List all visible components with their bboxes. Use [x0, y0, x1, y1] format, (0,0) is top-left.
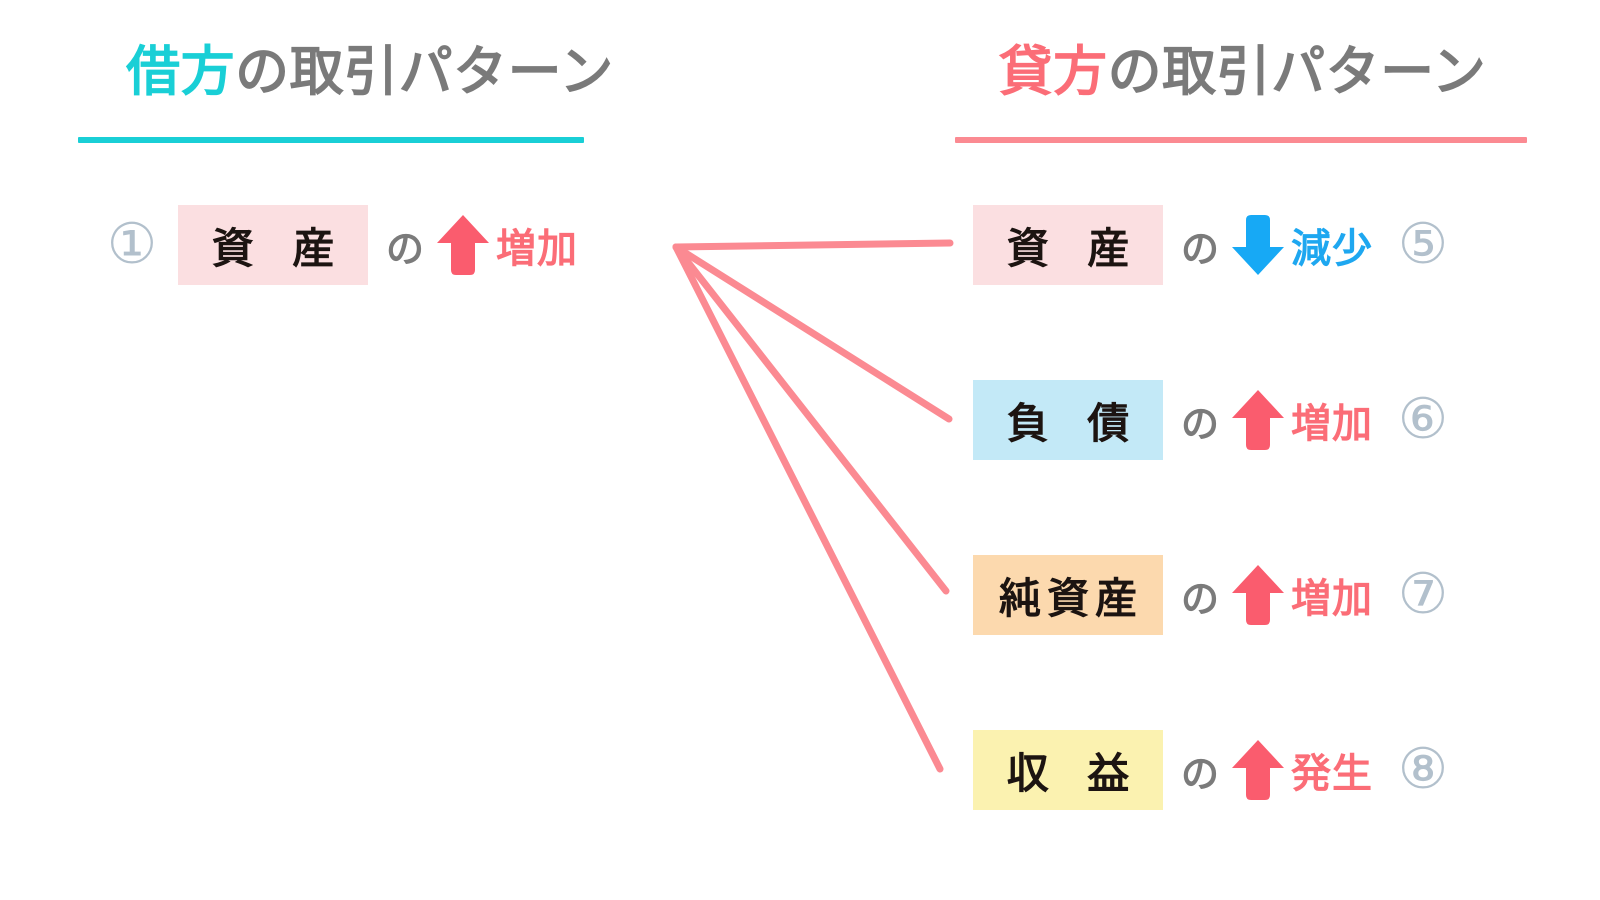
pattern-index-badge: ①: [106, 212, 158, 277]
diagram-canvas: 借方の取引パターン ① 資 産 の 増加 貸方の取引パターン 資 産 の 減少 …: [0, 0, 1600, 900]
particle-no: の: [1181, 576, 1220, 621]
debit-column-heading: 借方の取引パターン: [60, 40, 680, 103]
credit-pattern-row-6[interactable]: 負 債 の 増加 ⑥: [945, 372, 1540, 468]
arrow-up-icon: [1231, 564, 1285, 626]
credit-pattern-row-8[interactable]: 収 益 の 発生 ⑧: [945, 722, 1540, 818]
account-type-chip-asset: 資 産: [973, 205, 1163, 285]
particle-no: の: [386, 226, 425, 271]
debit-heading-accent: 借方: [126, 40, 236, 103]
particle-no: の: [1181, 401, 1220, 446]
arrow-up-icon: [1231, 389, 1285, 451]
account-type-chip-liability: 負 債: [973, 380, 1163, 460]
account-type-chip-revenue: 収 益: [973, 730, 1163, 810]
particle-no: の: [1181, 226, 1220, 271]
connector-line-to-⑥: [672, 243, 953, 423]
pattern-index-badge: ⑧: [1397, 737, 1449, 802]
debit-column: 借方の取引パターン ① 資 産 の 増加: [60, 0, 680, 900]
pattern-index-badge: ⑦: [1397, 562, 1449, 627]
direction-label: 増加: [1291, 576, 1374, 622]
account-type-chip-asset: 資 産: [178, 205, 368, 285]
credit-heading-rest: の取引パターン: [1107, 40, 1487, 103]
credit-column: 貸方の取引パターン 資 産 の 減少 ⑤ 負 債 の 増加 ⑥ 純資産 の 増加…: [945, 0, 1540, 900]
arrow-up-icon: [436, 214, 490, 276]
credit-heading-underline: [955, 137, 1527, 143]
credit-pattern-row-7[interactable]: 純資産 の 増加 ⑦: [945, 547, 1540, 643]
direction-label: 発生: [1291, 751, 1374, 797]
connector-line-to-⑦: [672, 243, 950, 595]
credit-column-heading: 貸方の取引パターン: [945, 40, 1540, 103]
direction-label: 増加: [1291, 401, 1374, 447]
particle-no: の: [1181, 751, 1220, 796]
credit-heading-accent: 貸方: [998, 40, 1108, 103]
arrow-down-icon: [1231, 214, 1285, 276]
debit-heading-underline: [78, 137, 584, 143]
arrow-up-icon: [1231, 739, 1285, 801]
debit-heading-rest: の取引パターン: [235, 40, 614, 103]
direction-label: 増加: [496, 226, 579, 272]
pattern-index-badge: ⑤: [1397, 212, 1449, 277]
credit-pattern-row-5[interactable]: 資 産 の 減少 ⑤: [945, 197, 1540, 293]
account-type-chip-net-assets: 純資産: [973, 555, 1163, 635]
connector-line-group: [672, 239, 954, 773]
pattern-index-badge: ⑥: [1397, 387, 1449, 452]
debit-pattern-row-1[interactable]: ① 資 産 の 増加: [60, 197, 680, 293]
connector-line-to-⑧: [672, 243, 944, 773]
direction-label: 減少: [1291, 226, 1374, 272]
connector-line-to-⑤: [672, 239, 954, 251]
